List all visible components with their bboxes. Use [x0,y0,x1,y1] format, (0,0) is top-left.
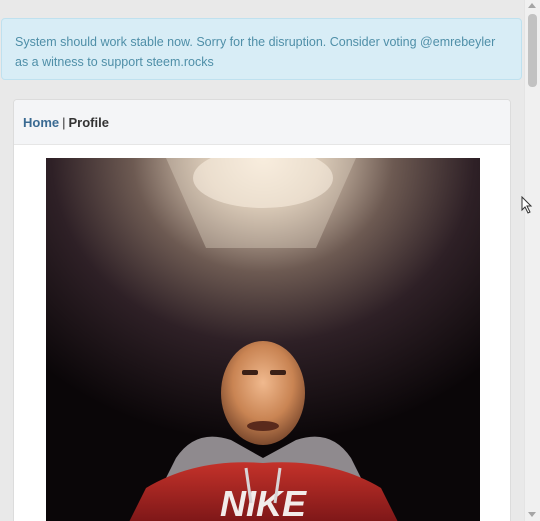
profile-panel: Home | Profile NIKE [13,99,511,521]
breadcrumb-home-link[interactable]: Home [23,115,59,130]
scrollbar-thumb[interactable] [528,14,537,87]
scroll-up-arrow-icon[interactable] [528,3,536,8]
profile-photo[interactable]: NIKE [46,158,480,521]
info-alert: System should work stable now. Sorry for… [1,18,522,80]
profile-photo-image: NIKE [46,158,480,521]
breadcrumb-current: Profile [68,115,109,130]
scroll-down-arrow-icon[interactable] [528,512,536,517]
vertical-scrollbar[interactable] [524,0,540,521]
breadcrumb-separator: | [62,115,66,130]
alert-text: System should work stable now. Sorry for… [15,35,496,69]
browser-viewport: System should work stable now. Sorry for… [0,0,540,521]
page-content: System should work stable now. Sorry for… [0,0,524,521]
breadcrumb: Home | Profile [14,100,510,145]
mouse-cursor-icon [521,196,533,214]
svg-text:NIKE: NIKE [220,483,307,521]
